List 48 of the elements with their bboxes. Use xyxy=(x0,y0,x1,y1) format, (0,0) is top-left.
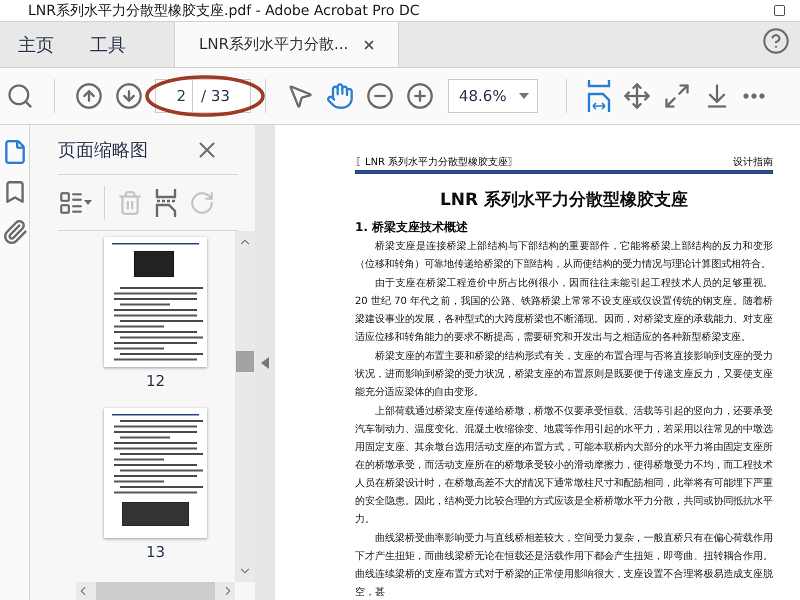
paragraph: 上部荷载通过桥梁支座传递给桥墩，桥墩不仅要承受恒载、活载等引起的竖向力，还要承受汽车制动力、温度变化、混凝土收缩徐变、地震等作用引起的水平力，若采用以往常见的中墩选用固定支座、其余墩台选用活动支座的布置方式，可能本联桥内大部分的水平力将由固定支座所在的桥墩承受，而活动支座所在的桥墩承受较小的滑动摩擦力，使得桥墩受力不均，而工程技术人员在桥梁设计时，在桥墩高差不大的情况下通常墩柱尺寸和配筋相同，此举将有可能埋下严重的安全隐患。因此，结构受力比较合理的方式应该是全桥桥墩水平力分散，共同或协同抵抗水平力。 xyxy=(355,404,773,527)
help-icon[interactable] xyxy=(762,26,790,54)
zoom-out-icon xyxy=(366,82,394,110)
caret-icon xyxy=(518,93,529,99)
insert-page-icon xyxy=(155,188,177,216)
page-thumbnail[interactable] xyxy=(104,237,207,367)
zoom-dropdown[interactable]: 48.6% xyxy=(448,79,538,113)
maximize-icon[interactable] xyxy=(773,4,786,17)
panel-title: 页面缩略图 xyxy=(58,138,148,162)
paragraph: 由于支座在桥梁工程造价中所占比例很小，因而往往未能引起工程技术人员的足够重视。20 世纪 70 年代之前，我国的公路、铁路桥梁上常常不设支座或仅设置传统的钢支座。随着桥梁建设事业的发展，各种型式的大跨度桥梁也不断涌现。因而，对桥梁支座的承载能力、对支座适应位移和转角能力的要求不断提高，需要研究和开发出与之相适应的各种新型桥梁支座。 xyxy=(355,276,773,345)
caret-icon xyxy=(84,200,92,205)
window-title: LNR系列水平力分散型橡胶支座.pdf - Adobe Acrobat Pro DC xyxy=(28,2,420,20)
list-options-icon xyxy=(58,190,84,216)
more-icon xyxy=(742,93,765,99)
trash-icon xyxy=(117,190,143,216)
paragraph: 曲线梁桥受曲率影响受力与直线桥相差较大，空间受力复杂，一般直桥只有在偏心荷载作用下才产生扭矩，而曲线梁桥无论在恒载还是活载作用下都会产生扭矩，即弯曲、扭转耦合作用。曲线连续梁桥的支座布置方式对于桥梁的正常使用影响很大，支座设置不合理将极易造成支座脱空，甚 xyxy=(355,532,773,600)
expand-arrows-icon xyxy=(662,82,691,110)
page-thumbnail[interactable] xyxy=(104,408,207,538)
hand-icon xyxy=(326,82,354,110)
up-arrow-circle-icon xyxy=(75,82,103,110)
vertical-scrollbar[interactable] xyxy=(235,231,255,582)
header-label: 设计指南 xyxy=(733,156,773,169)
four-arrows-page-icon xyxy=(622,82,651,110)
options-button[interactable] xyxy=(58,190,92,216)
paragraph: 桥梁支座的布置主要和桥梁的结构形式有关，支座的布置合理与否将直接影响到支座的受力状况，进而影响到桥梁的受力状况，桥梁支座的布置原则是既要便于传递支座反力，又要使支座能充分适应梁体的自由变形。 xyxy=(355,350,773,400)
paragraph: 桥梁支座是连接桥梁上部结构与下部结构的重要部件，它能将桥梁上部结构的反力和变形（位移和转角）可靠地传递给桥梁的下部结构，从而使结构的受力情况与理论计算图式相符合。 xyxy=(355,240,773,272)
page-number: 13 xyxy=(146,543,166,561)
rotate-icon xyxy=(189,190,215,216)
page-count: / 33 xyxy=(193,79,251,113)
tab[interactable]: LNR系列水平力分散... xyxy=(174,22,399,67)
close-icon[interactable] xyxy=(362,38,376,52)
tab[interactable]: 主页 xyxy=(0,22,72,67)
tab[interactable]: 工具 xyxy=(72,22,144,67)
paperclip-icon xyxy=(2,219,28,245)
zoom-in-icon xyxy=(406,82,434,110)
search-icon xyxy=(6,82,34,110)
insert-button[interactable] xyxy=(155,188,177,216)
header-title: 〖LNR 系列水平力分散型橡胶支座〗 xyxy=(355,156,518,169)
down-arrow-circle-icon xyxy=(115,82,143,110)
scrollbar-thumb[interactable] xyxy=(96,582,215,600)
horizontal-scrollbar[interactable] xyxy=(76,582,235,600)
collapse-arrow-icon[interactable] xyxy=(261,356,269,368)
attachments-panel-button[interactable] xyxy=(2,219,28,245)
section-heading: 1. 桥梁支座技术概述 xyxy=(355,219,470,236)
page-number: 12 xyxy=(146,372,166,390)
scrollbar-thumb[interactable] xyxy=(236,351,254,372)
document-title: LNR 系列水平力分散型橡胶支座 xyxy=(438,189,690,211)
fit-width-icon xyxy=(586,80,611,112)
